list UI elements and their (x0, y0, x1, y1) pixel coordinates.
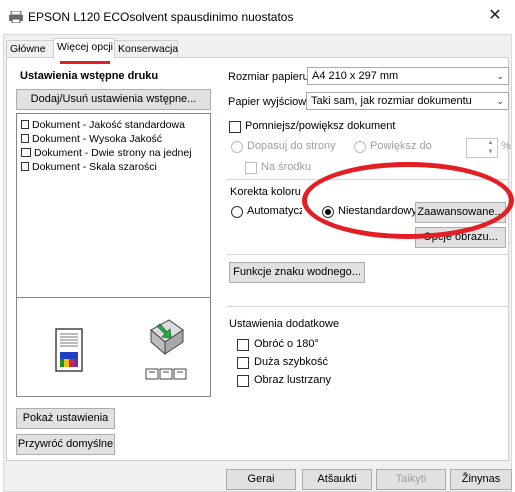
fit-to-page-radio[interactable] (231, 141, 243, 153)
center-label: Na środku (261, 161, 312, 173)
document-icon (21, 120, 29, 129)
image-options-button[interactable]: Opcje obrazu... (415, 227, 506, 248)
page-preview-icon (55, 328, 83, 372)
zoom-to-radio[interactable] (354, 141, 366, 153)
color-correction-heading: Korekta koloru (230, 186, 301, 198)
apply-button[interactable]: Taikyti (376, 469, 446, 490)
document-icon (21, 162, 29, 171)
output-paper-select[interactable]: Taki sam, jak rozmiar dokumentu ⌄ (306, 92, 509, 110)
paper-size-select[interactable]: A4 210 x 297 mm ⌄ (307, 67, 509, 85)
chevron-down-icon: ⌄ (496, 71, 504, 81)
presets-heading: Ustawienia wstępne druku (20, 70, 159, 82)
divider (226, 254, 508, 255)
print-preview (16, 297, 211, 397)
automatic-radio[interactable] (231, 206, 243, 218)
cancel-button[interactable]: Atšaukti (302, 469, 372, 490)
rotate-180-checkbox[interactable] (237, 339, 249, 351)
page-order-icon (145, 368, 187, 380)
document-icon (21, 134, 29, 143)
high-speed-checkbox[interactable] (237, 357, 249, 369)
printer-rotate-icon (150, 319, 184, 356)
scale-document-checkbox[interactable] (229, 121, 241, 133)
printer-icon (9, 11, 23, 23)
list-item[interactable]: Dokument - Skala szarości (21, 161, 157, 173)
presets-list[interactable]: Dokument - Jakość standardowa Dokument -… (16, 113, 211, 298)
spin-up-icon[interactable]: ▲ (484, 139, 497, 148)
spin-down-icon[interactable]: ▼ (484, 148, 497, 157)
restore-defaults-button[interactable]: Przywróć domyślne (16, 434, 115, 455)
window-title: EPSON L120 ECOsolvent spausdinimo nuosta… (28, 10, 294, 24)
custom-label: Niestandardowy (338, 205, 417, 217)
divider (226, 179, 508, 180)
divider (226, 306, 508, 307)
tab-more-options[interactable]: Więcej opcji (53, 38, 115, 59)
paper-size-label: Rozmiar papieru (228, 71, 309, 83)
chevron-down-icon: ⌄ (496, 96, 504, 106)
advanced-button[interactable]: Zaawansowane... (415, 202, 506, 223)
show-settings-button[interactable]: Pokaż ustawienia (16, 408, 115, 429)
percent-label: % (501, 140, 511, 152)
zoom-to-label: Powiększ do (370, 140, 432, 152)
list-item[interactable]: Dokument - Wysoka Jakość (21, 133, 162, 145)
custom-radio[interactable] (322, 206, 334, 218)
two-page-document-icon (21, 148, 31, 157)
tab-main[interactable]: Główne (6, 40, 54, 58)
watermark-button[interactable]: Funkcje znaku wodnego... (229, 262, 365, 283)
high-speed-label: Duża szybkość (254, 356, 328, 368)
output-paper-label: Papier wyjściowy (228, 96, 312, 108)
list-item[interactable]: Dokument - Dwie strony na jednej (21, 147, 192, 159)
add-remove-presets-button[interactable]: Dodaj/Usuń ustawienia wstępne... (16, 89, 211, 110)
mirror-image-checkbox[interactable] (237, 375, 249, 387)
red-annotation-underline (60, 61, 110, 64)
zoom-percent-spinner[interactable]: ▲ ▼ (466, 138, 498, 158)
ok-button[interactable]: Gerai (226, 469, 296, 490)
fit-to-page-label: Dopasuj do strony (247, 140, 336, 152)
tab-maintenance[interactable]: Konserwacja (114, 40, 178, 58)
rotate-180-label: Obróć o 180° (254, 338, 319, 350)
center-checkbox[interactable] (245, 162, 257, 174)
close-icon[interactable]: ✕ (483, 6, 507, 28)
additional-settings-heading: Ustawienia dodatkowe (229, 318, 340, 330)
automatic-label: Automatyczn (247, 205, 302, 217)
list-item[interactable]: Dokument - Jakość standardowa (21, 119, 185, 131)
mirror-image-label: Obraz lustrzany (254, 374, 332, 386)
scale-document-label: Pomniejsz/powiększ dokument (245, 120, 396, 132)
help-button[interactable]: Žinynas (450, 469, 512, 490)
